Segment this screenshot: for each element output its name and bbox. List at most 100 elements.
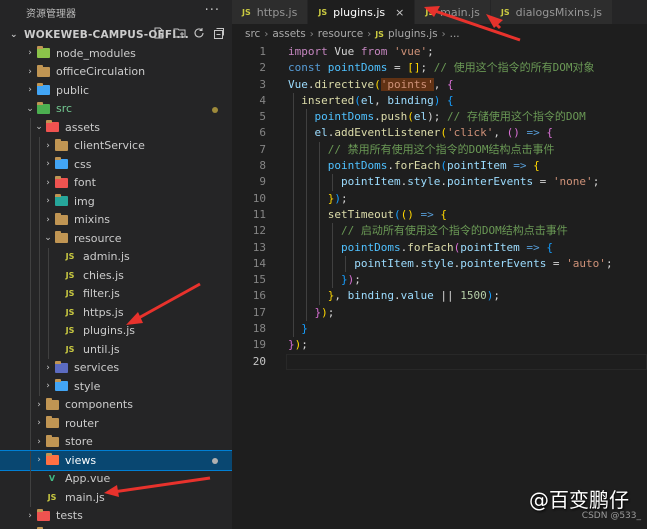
tab-https-js[interactable]: JS https.js — [232, 0, 309, 24]
code-area[interactable]: 1 import Vue from 'vue'; 2 const pointDoms … — [232, 44, 647, 370]
tree-file[interactable]: JS main.js — [0, 488, 232, 507]
code-line[interactable]: 13 pointDoms.forEach(pointItem => { — [232, 240, 647, 256]
breadcrumb-item[interactable]: ... — [450, 28, 460, 40]
line-number: 1 — [259, 45, 266, 58]
tree-item-label: until.js — [83, 342, 120, 356]
code-token: pointItem — [446, 159, 507, 173]
line-number: 3 — [259, 77, 266, 91]
code-line[interactable]: 3 Vue.directive('points', { — [232, 77, 647, 93]
tree-folder[interactable]: › public — [0, 81, 232, 100]
tree-folder[interactable]: ⌄ resource — [0, 229, 232, 248]
indent-guide — [30, 118, 31, 137]
code-line[interactable]: 8 pointDoms.forEach(pointItem => { — [232, 158, 647, 174]
tree-file[interactable]: JS chies.js — [0, 266, 232, 285]
breadcrumb-item[interactable]: src — [245, 28, 260, 40]
tree-folder[interactable]: › views — [0, 450, 232, 471]
indent-guide — [48, 303, 49, 322]
line-number: 2 — [259, 61, 266, 75]
tests-folder-icon — [36, 508, 50, 522]
chevron-right-icon: › — [46, 140, 50, 151]
code-line[interactable]: 17 }); — [232, 305, 647, 321]
more-actions-icon[interactable]: ··· — [205, 3, 220, 18]
folder-icon — [36, 64, 50, 78]
code-line[interactable]: 19}); — [232, 337, 647, 353]
code-line[interactable]: 6 el.addEventListener('click', () => { — [232, 125, 647, 141]
breadcrumb-item[interactable]: plugins.js — [388, 28, 438, 40]
code-line[interactable]: 12 // 启动所有使用这个指令的DOM结构点击事件 — [232, 223, 647, 239]
chevron-right-icon: › — [28, 85, 32, 96]
code-token: } — [340, 273, 348, 287]
tree-folder[interactable]: › services — [0, 358, 232, 377]
code-line[interactable]: 5 pointDoms.push(el); // 存储使用这个指令的DOM — [232, 109, 647, 125]
tree-folder[interactable]: › clientService — [0, 136, 232, 155]
tree-file[interactable]: JS https.js — [0, 303, 232, 322]
code-line[interactable]: 15 }); — [232, 272, 647, 288]
tree-file[interactable]: JS until.js — [0, 340, 232, 359]
tree-folder[interactable]: › img — [0, 192, 232, 211]
code-line[interactable]: 7 // 禁用所有使用这个指令的DOM结构点击事件 — [232, 142, 647, 158]
tree-folder[interactable]: ⌄ src — [0, 100, 232, 119]
code-token: pointItem — [354, 256, 414, 270]
tree-file[interactable]: JS admin.js — [0, 247, 232, 266]
tree-folder[interactable]: ›woke-web — [0, 525, 232, 529]
chevron-right-icon: › — [264, 28, 269, 40]
code-line[interactable]: 16 }, binding.value || 1500); — [232, 288, 647, 304]
code-text: Vue.directive('points', { — [288, 77, 454, 93]
code-line[interactable]: 9 pointItem.style.pointerEvents = 'none'… — [232, 174, 647, 190]
breadcrumb-item[interactable]: resource — [318, 28, 363, 40]
code-token: ); — [427, 110, 447, 124]
code-line[interactable]: 10 }); — [232, 191, 647, 207]
code-token: 1500 — [460, 289, 487, 303]
tree-folder[interactable]: › officeCirculation — [0, 63, 232, 82]
indent-guide — [30, 432, 31, 451]
chevron-right-icon: › — [441, 28, 446, 40]
code-token: from — [360, 45, 388, 58]
indent-guide — [30, 414, 31, 433]
code-token: , — [493, 126, 507, 140]
tree-folder[interactable]: › style — [0, 377, 232, 396]
tree-file[interactable]: JS filter.js — [0, 284, 232, 303]
tree-folder[interactable]: › components — [0, 395, 232, 414]
code-token: => — [506, 159, 534, 173]
code-token: = — [533, 175, 553, 189]
code-line[interactable]: 1 import Vue from 'vue'; — [232, 44, 647, 60]
tab-label: plugins.js — [333, 5, 386, 19]
tab-main-js[interactable]: JS main.js — [415, 0, 491, 24]
code-line[interactable]: 11 setTimeout(() => { — [232, 207, 647, 223]
code-token: . — [393, 289, 401, 303]
code-line[interactable]: 18 } — [232, 321, 647, 337]
tree-folder[interactable]: › router — [0, 414, 232, 433]
chevron-down-icon: ⌄ — [44, 233, 52, 244]
services-folder-icon — [54, 360, 68, 374]
chevron-right-icon: › — [28, 48, 32, 59]
tree-folder[interactable]: › tests — [0, 507, 232, 526]
indent-guide — [39, 340, 40, 359]
code-line[interactable]: 2 const pointDoms = []; // 使用这个指令的所有DOM对象 — [232, 60, 647, 76]
new-file-icon[interactable] — [152, 26, 166, 40]
tree-folder[interactable]: › store — [0, 432, 232, 451]
code-token: const — [288, 61, 322, 75]
code-editor[interactable]: 1 import Vue from 'vue'; 2 const pointDoms … — [232, 44, 647, 529]
close-tab-icon[interactable]: × — [395, 6, 404, 19]
tree-folder[interactable]: › node_modules — [0, 44, 232, 63]
code-token: 'click' — [446, 126, 494, 140]
code-line[interactable]: 20 — [232, 353, 647, 370]
tree-file[interactable]: JS plugins.js — [0, 321, 232, 340]
tab-dialogsmixins-js[interactable]: JS dialogsMixins.js — [490, 0, 614, 24]
indent-guide — [293, 92, 294, 338]
tree-folder[interactable]: › mixins — [0, 210, 232, 229]
breadcrumb-item[interactable]: assets — [272, 28, 305, 40]
tree-file[interactable]: V App.vue — [0, 469, 232, 488]
tree-folder[interactable]: ⌄ assets — [0, 118, 232, 137]
code-line[interactable]: 4 inserted(el, binding) { — [232, 93, 647, 109]
new-folder-icon[interactable] — [172, 26, 186, 40]
collapse-all-icon[interactable] — [212, 26, 226, 40]
explorer-header: 资源管理器 ··· — [0, 0, 232, 24]
refresh-icon[interactable] — [192, 26, 206, 40]
chevron-right-icon: › — [37, 436, 41, 447]
tab-plugins-js[interactable]: JS plugins.js × — [308, 0, 416, 24]
tree-folder[interactable]: › font — [0, 173, 232, 192]
tree-folder[interactable]: › css — [0, 155, 232, 174]
code-line[interactable]: 14 pointItem.style.pointerEvents = 'auto… — [232, 256, 647, 272]
